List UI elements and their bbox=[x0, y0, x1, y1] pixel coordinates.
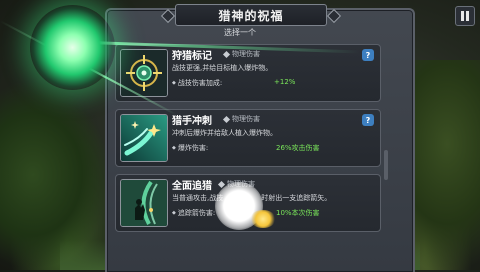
pause-icon bbox=[461, 11, 464, 21]
stat-value: 26%攻击伤害 bbox=[276, 144, 320, 152]
stat-label: 爆炸伤害: bbox=[172, 143, 208, 153]
stat-label: 战技伤害加成: bbox=[172, 78, 222, 88]
stat-value: +12% bbox=[274, 78, 296, 86]
help-button[interactable]: ? bbox=[362, 114, 374, 126]
damage-type-label: 物理伤害 bbox=[224, 49, 260, 59]
stat-label: 追踪箭伤害: bbox=[172, 208, 215, 218]
hunter-arrow-icon bbox=[120, 179, 168, 227]
card-description: 战技更强,并给目标植入爆炸物。 bbox=[172, 64, 273, 72]
card-description-part-2: 时射出一支追踪箭矢。 bbox=[261, 194, 332, 202]
card-name: 全面追猎 bbox=[172, 181, 212, 192]
yellow-spark-effect bbox=[250, 210, 276, 228]
card-name: 狩猎标记 bbox=[172, 51, 212, 62]
pause-button[interactable] bbox=[455, 6, 475, 26]
glowing-orb-effect bbox=[30, 5, 115, 90]
card-name: 猎手冲刺 bbox=[172, 116, 212, 127]
stat-value: 10%本次伤害 bbox=[276, 209, 320, 217]
damage-type-label: 物理伤害 bbox=[224, 114, 260, 124]
help-button[interactable]: ? bbox=[362, 49, 374, 61]
card-description: 冲刺后爆炸并给敌人植入爆炸物。 bbox=[172, 129, 277, 137]
panel-scroll-marker bbox=[384, 150, 388, 180]
pause-icon-bar bbox=[466, 11, 469, 21]
title-bar: 猎神的祝福 bbox=[175, 4, 327, 26]
blessing-card-2[interactable]: 猎手冲刺 物理伤害 冲刺后爆炸并给敌人植入爆炸物。 爆炸伤害: 26%攻击伤害 … bbox=[115, 109, 381, 167]
panel-title: 猎神的祝福 bbox=[218, 8, 284, 23]
dash-icon bbox=[120, 114, 168, 162]
